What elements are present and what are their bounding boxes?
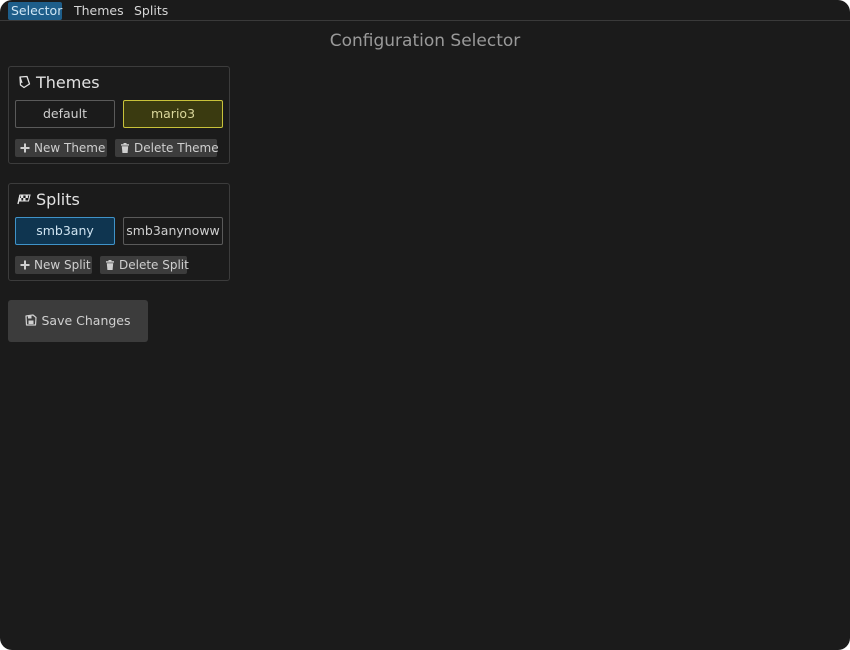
trash-icon [105,260,115,270]
menu-tab-selector[interactable]: Selector [8,2,62,20]
splits-panel: Splits smb3any smb3anynoww New Split Del… [8,183,230,281]
splits-panel-header: Splits [17,190,80,210]
theme-option-default[interactable]: default [15,100,115,128]
save-icon [25,314,38,326]
checkered-flag-icon [17,192,31,206]
trash-icon [120,143,130,153]
new-split-button[interactable]: New Split [15,256,92,274]
new-theme-label: New Theme [34,141,106,155]
theme-option-mario3[interactable]: mario3 [123,100,223,128]
menu-tab-splits[interactable]: Splits [131,2,168,20]
themes-panel: Themes default mario3 New Theme Delete T… [8,66,230,164]
delete-split-button[interactable]: Delete Split [100,256,189,274]
app-window: Selector Themes Splits Configuration Sel… [0,0,850,650]
menu-bar: Selector Themes Splits [0,0,850,21]
split-option-smb3any[interactable]: smb3any [15,217,115,245]
themes-panel-title: Themes [36,73,100,92]
save-changes-button[interactable]: Save Changes [8,300,148,342]
plus-icon [20,260,30,270]
split-option-smb3anynoww[interactable]: smb3anynoww [123,217,223,245]
new-split-label: New Split [34,258,91,272]
delete-theme-label: Delete Theme [134,141,219,155]
page-title: Configuration Selector [329,31,521,51]
save-changes-label: Save Changes [41,313,131,328]
themes-panel-header: Themes [17,73,100,93]
palette-icon [17,75,31,89]
plus-icon [20,143,30,153]
delete-theme-button[interactable]: Delete Theme [115,139,219,157]
splits-panel-title: Splits [36,190,80,209]
new-theme-button[interactable]: New Theme [15,139,107,157]
delete-split-label: Delete Split [119,258,189,272]
menu-tab-themes[interactable]: Themes [71,2,124,20]
